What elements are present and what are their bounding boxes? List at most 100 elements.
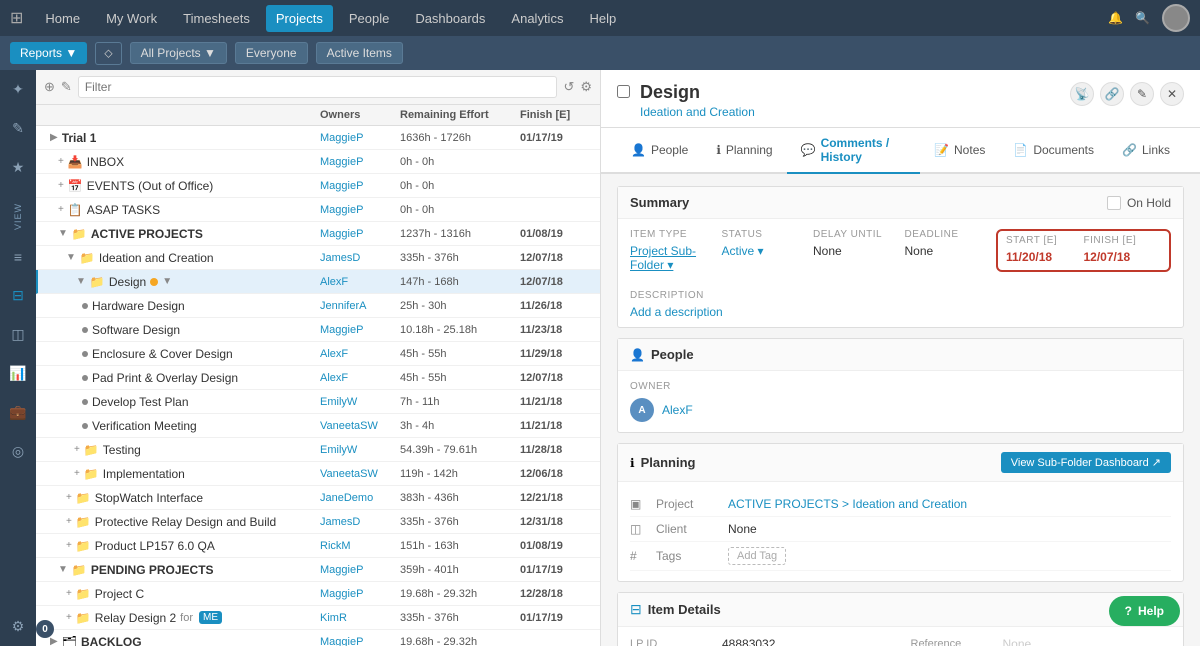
tree-row[interactable]: + 📁 Product LP157 6.0 QA RickM 151h - 16… bbox=[36, 534, 600, 558]
grid-icon[interactable]: ⊞ bbox=[10, 8, 23, 28]
people-header: 👤 People bbox=[618, 339, 1183, 371]
crosshair-icon[interactable]: ⊕ bbox=[44, 79, 55, 95]
tree-row[interactable]: Verification Meeting VaneetaSW 3h - 4h 1… bbox=[36, 414, 600, 438]
tree-row[interactable]: Pad Print & Overlay Design AlexF 45h - 5… bbox=[36, 366, 600, 390]
project-value[interactable]: ACTIVE PROJECTS > Ideation and Creation bbox=[728, 497, 1171, 511]
comments-tab-icon: 💬 bbox=[801, 143, 816, 157]
tab-people[interactable]: 👤 People bbox=[617, 128, 702, 174]
nav-people[interactable]: People bbox=[339, 5, 399, 32]
owner-name[interactable]: AlexF bbox=[662, 403, 693, 417]
finish-value[interactable]: 12/07/18 bbox=[1084, 250, 1162, 264]
nav-analytics[interactable]: Analytics bbox=[501, 5, 573, 32]
nav-dashboards[interactable]: Dashboards bbox=[405, 5, 495, 32]
tree-row[interactable]: + 📁 Project C MaggieP 19.68h - 29.32h 12… bbox=[36, 582, 600, 606]
everyone-button[interactable]: Everyone bbox=[235, 42, 308, 64]
help-button[interactable]: ? Help bbox=[1109, 596, 1180, 626]
nav-help[interactable]: Help bbox=[579, 5, 626, 32]
tree-row[interactable]: Develop Test Plan EmilyW 7h - 11h 11/21/… bbox=[36, 390, 600, 414]
edit-icon[interactable]: ✎ bbox=[1130, 82, 1154, 106]
tree-row[interactable]: + 📋 ASAP TASKS MaggieP 0h - 0h bbox=[36, 198, 600, 222]
expand-icon[interactable]: + bbox=[58, 204, 64, 215]
search-input[interactable] bbox=[78, 76, 558, 98]
tree-row[interactable]: ▶ 🗂 BACKLOG MaggieP 19.68h - 29.32h bbox=[36, 630, 600, 646]
link-icon[interactable]: 🔗 bbox=[1100, 82, 1124, 106]
sidebar-star-icon[interactable]: ★ bbox=[9, 156, 28, 179]
on-hold-toggle[interactable]: On Hold bbox=[1107, 196, 1171, 210]
sidebar-bag-icon[interactable]: 💼 bbox=[6, 401, 29, 424]
expand-icon[interactable]: + bbox=[58, 180, 64, 191]
tree-row[interactable]: + 📅 EVENTS (Out of Office) MaggieP 0h - … bbox=[36, 174, 600, 198]
expand-icon[interactable]: ▶ bbox=[50, 132, 58, 143]
item-type-value[interactable]: Project Sub-Folder ▾ bbox=[630, 244, 714, 272]
nav-projects[interactable]: Projects bbox=[266, 5, 333, 32]
tree-row[interactable]: ▼ 📁 Ideation and Creation JamesD 335h - … bbox=[36, 246, 600, 270]
status-value[interactable]: Active ▾ bbox=[722, 244, 806, 258]
panel-checkbox[interactable] bbox=[617, 85, 630, 98]
task-dot-icon bbox=[82, 351, 88, 357]
panel-subtitle[interactable]: Ideation and Creation bbox=[640, 105, 755, 119]
expand-icon[interactable]: + bbox=[66, 492, 72, 503]
expand-icon[interactable]: + bbox=[74, 444, 80, 455]
tree-row[interactable]: + 📁 Testing EmilyW 54.39h - 79.61h 11/28… bbox=[36, 438, 600, 462]
top-navigation: ⊞ Home My Work Timesheets Projects Peopl… bbox=[0, 0, 1200, 36]
sidebar-list-icon[interactable]: ≡ bbox=[11, 246, 25, 268]
start-value[interactable]: 11/20/18 bbox=[1006, 250, 1084, 264]
tree-row[interactable]: ▶ Trial 1 MaggieP 1636h - 1726h 01/17/19 bbox=[36, 126, 600, 150]
all-projects-button[interactable]: All Projects ▼ bbox=[130, 42, 227, 64]
expand-icon[interactable]: + bbox=[66, 516, 72, 527]
nav-my-work[interactable]: My Work bbox=[96, 5, 167, 32]
filter-button[interactable]: ⬦ bbox=[95, 42, 121, 65]
expand-icon[interactable]: + bbox=[74, 468, 80, 479]
tree-row[interactable]: Software Design MaggieP 10.18h - 25.18h … bbox=[36, 318, 600, 342]
on-hold-checkbox[interactable] bbox=[1107, 196, 1121, 210]
tab-documents[interactable]: 📄 Documents bbox=[999, 128, 1108, 174]
tree-row[interactable]: + 📥 INBOX MaggieP 0h - 0h bbox=[36, 150, 600, 174]
tab-notes[interactable]: 📝 Notes bbox=[920, 128, 999, 174]
search-icon[interactable]: 🔍 bbox=[1135, 11, 1150, 25]
sidebar-timeline-icon[interactable]: ◫ bbox=[8, 323, 27, 346]
reports-button[interactable]: Reports ▼ bbox=[10, 42, 87, 64]
expand-icon[interactable]: + bbox=[66, 588, 72, 599]
tab-links[interactable]: 🔗 Links bbox=[1108, 128, 1184, 174]
tree-row[interactable]: ▼ 📁 PENDING PROJECTS MaggieP 359h - 401h… bbox=[36, 558, 600, 582]
refresh-icon[interactable]: ↺ bbox=[563, 79, 574, 95]
tree-row[interactable]: ▼ 📁 ACTIVE PROJECTS MaggieP 1237h - 1316… bbox=[36, 222, 600, 246]
sidebar-move-icon[interactable]: ✦ bbox=[9, 78, 27, 101]
sidebar-edit-icon[interactable]: ✎ bbox=[9, 117, 27, 140]
add-description-link[interactable]: Add a description bbox=[630, 305, 1171, 319]
tree-row[interactable]: ▼ 📁 Design ▼ AlexF 147h - 168h 12/07/18 bbox=[36, 270, 600, 294]
active-items-button[interactable]: Active Items bbox=[316, 42, 403, 64]
expand-icon[interactable]: ▼ bbox=[58, 228, 68, 239]
lp-id-row: LP ID 48883032 bbox=[630, 637, 891, 646]
expand-icon[interactable]: ▶ bbox=[50, 636, 58, 646]
tree-row[interactable]: Enclosure & Cover Design AlexF 45h - 55h… bbox=[36, 342, 600, 366]
close-icon[interactable]: ✕ bbox=[1160, 82, 1184, 106]
tags-icon: # bbox=[630, 549, 644, 563]
sidebar-reports-icon[interactable]: 📊 bbox=[6, 362, 29, 385]
expand-icon[interactable]: ▼ bbox=[76, 276, 86, 287]
tab-comments-history[interactable]: 💬 Comments / History bbox=[787, 128, 920, 174]
expand-icon[interactable]: + bbox=[66, 612, 72, 623]
tag-input[interactable]: Add Tag bbox=[728, 547, 786, 565]
expand-icon[interactable]: ▼ bbox=[58, 564, 68, 575]
sidebar-table-icon[interactable]: ⊟ bbox=[9, 284, 27, 307]
share-icon[interactable]: 📡 bbox=[1070, 82, 1094, 106]
user-avatar[interactable] bbox=[1162, 4, 1190, 32]
sidebar-settings-icon[interactable]: ⚙ bbox=[9, 615, 28, 638]
tree-row[interactable]: + 📁 Protective Relay Design and Build Ja… bbox=[36, 510, 600, 534]
gear-icon[interactable]: ⚙ bbox=[580, 79, 592, 95]
sidebar-circle-icon[interactable]: ◎ bbox=[9, 440, 27, 463]
expand-icon[interactable]: + bbox=[58, 156, 64, 167]
expand-icon[interactable]: ▼ bbox=[66, 252, 76, 263]
view-dashboard-button[interactable]: View Sub-Folder Dashboard ↗ bbox=[1001, 452, 1171, 473]
bell-icon[interactable]: 🔔 bbox=[1108, 11, 1123, 25]
tree-row[interactable]: + 📁 StopWatch Interface JaneDemo 383h - … bbox=[36, 486, 600, 510]
nav-timesheets[interactable]: Timesheets bbox=[173, 5, 260, 32]
tab-planning[interactable]: ℹ Planning bbox=[702, 128, 786, 174]
tree-row[interactable]: + 📁 Relay Design 2 for ME KimR 335h - 37… bbox=[36, 606, 600, 630]
tree-row[interactable]: Hardware Design JenniferA 25h - 30h 11/2… bbox=[36, 294, 600, 318]
expand-icon[interactable]: + bbox=[66, 540, 72, 551]
tree-row[interactable]: + 📁 Implementation VaneetaSW 119h - 142h… bbox=[36, 462, 600, 486]
pencil-icon[interactable]: ✎ bbox=[61, 79, 72, 95]
nav-home[interactable]: Home bbox=[35, 5, 90, 32]
